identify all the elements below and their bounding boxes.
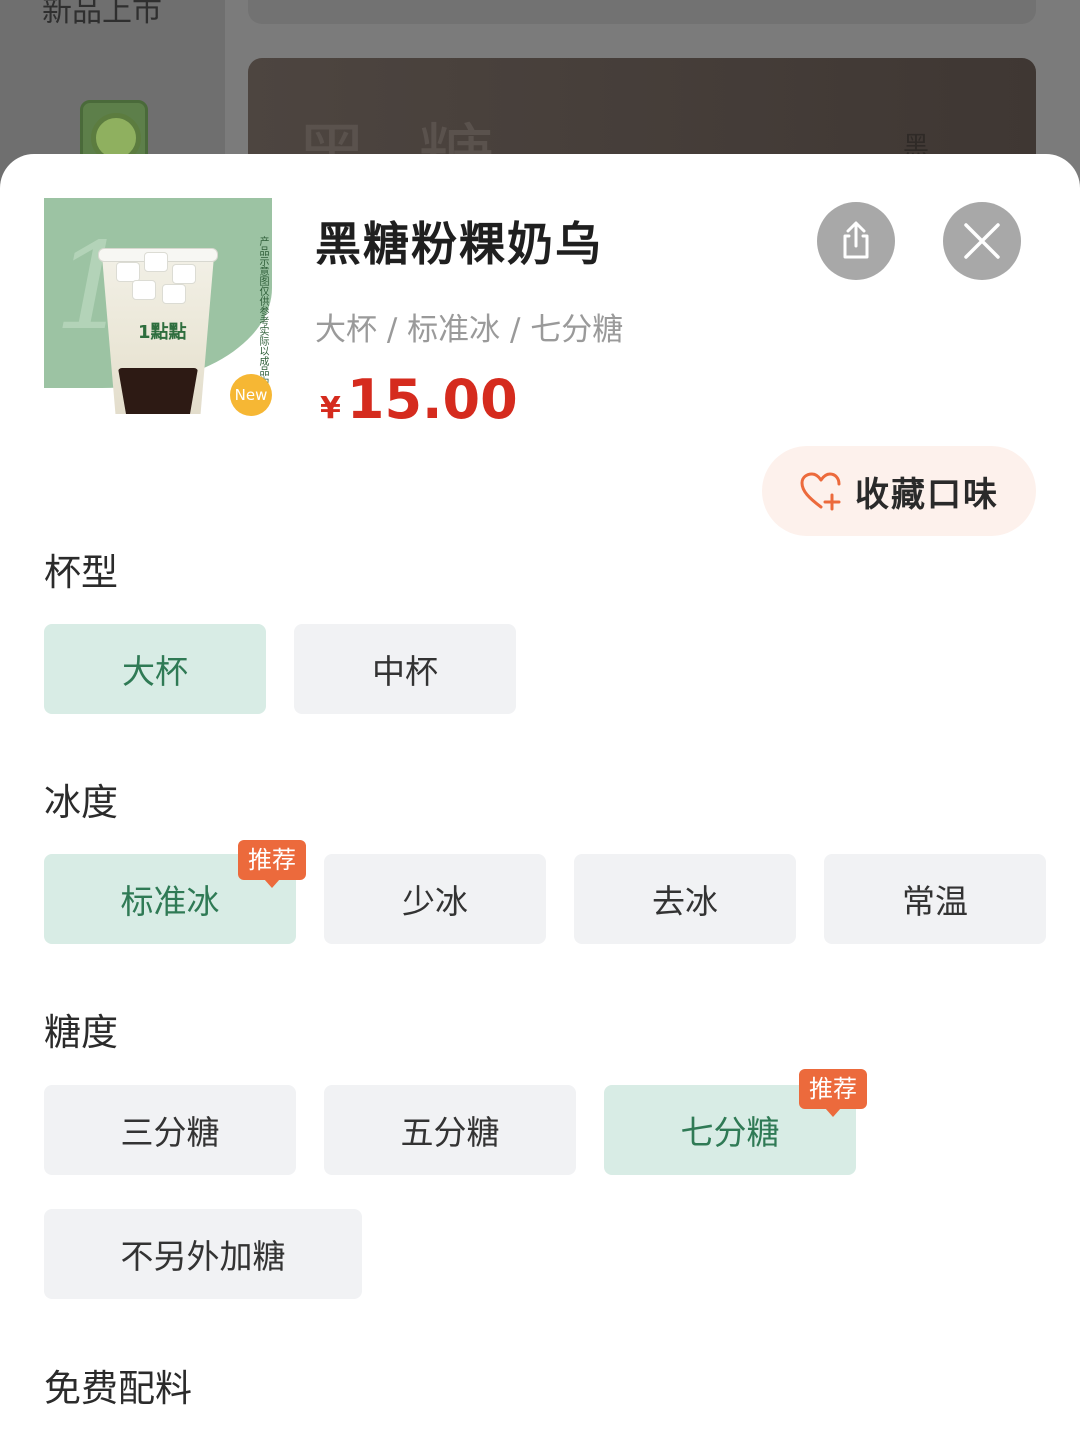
product-options-sheet: 1 1點點 产品示意图仅供参考实际以成品为准 黑糖粉粿奶乌 大杯 / 标准冰 /… [0, 154, 1080, 1440]
share-icon [843, 221, 869, 259]
option-label: 去冰 [652, 882, 718, 921]
option-label: 少冰 [402, 882, 468, 921]
share-button[interactable] [817, 202, 895, 280]
price-amount: 15.00 [346, 368, 518, 431]
close-button[interactable] [943, 202, 1021, 280]
option-label: 七分糖 [680, 1113, 780, 1152]
close-icon [964, 223, 1000, 259]
option-medium-cup[interactable]: 中杯 [294, 624, 516, 714]
favorite-label: 收藏口味 [855, 474, 999, 515]
price: ¥15.00 [320, 368, 518, 431]
image-disclaimer: 产品示意图仅供参考实际以成品为准 [257, 236, 268, 396]
drink-cup-image: 1點點 [98, 238, 218, 414]
option-label: 中杯 [372, 652, 438, 691]
background-search-bar [248, 0, 1036, 24]
option-less-ice[interactable]: 少冰 [324, 854, 546, 944]
product-title: 黑糖粉粿奶乌 [315, 217, 603, 271]
option-room-temp[interactable]: 常温 [824, 854, 1046, 944]
option-label: 不另外加糖 [120, 1237, 286, 1276]
option-50-sugar[interactable]: 五分糖 [324, 1085, 576, 1175]
section-title-sugar: 糖度 [44, 1011, 118, 1054]
option-label: 常温 [902, 882, 968, 921]
option-30-sugar[interactable]: 三分糖 [44, 1085, 296, 1175]
option-label: 五分糖 [400, 1113, 500, 1152]
section-title-cup-size: 杯型 [44, 551, 118, 594]
option-label: 标准冰 [120, 882, 220, 921]
new-badge: New [230, 374, 272, 416]
recommended-badge: 推荐 [238, 840, 306, 888]
section-title-free-toppings: 免费配料 [44, 1367, 192, 1410]
currency-symbol: ¥ [320, 391, 341, 426]
selected-spec-summary: 大杯 / 标准冰 / 七分糖 [315, 312, 624, 348]
option-label: 大杯 [122, 652, 188, 691]
section-title-ice: 冰度 [44, 781, 118, 824]
category-label: 新品上市 [42, 0, 162, 29]
option-large-cup[interactable]: 大杯 [44, 624, 266, 714]
favorite-flavor-button[interactable]: 收藏口味 [762, 446, 1036, 536]
cup-logo: 1點點 [138, 322, 187, 343]
heart-plus-icon [800, 472, 841, 511]
recommended-badge: 推荐 [799, 1069, 867, 1117]
option-label: 三分糖 [120, 1113, 220, 1152]
option-no-extra-sugar[interactable]: 不另外加糖 [44, 1209, 362, 1299]
option-no-ice[interactable]: 去冰 [574, 854, 796, 944]
